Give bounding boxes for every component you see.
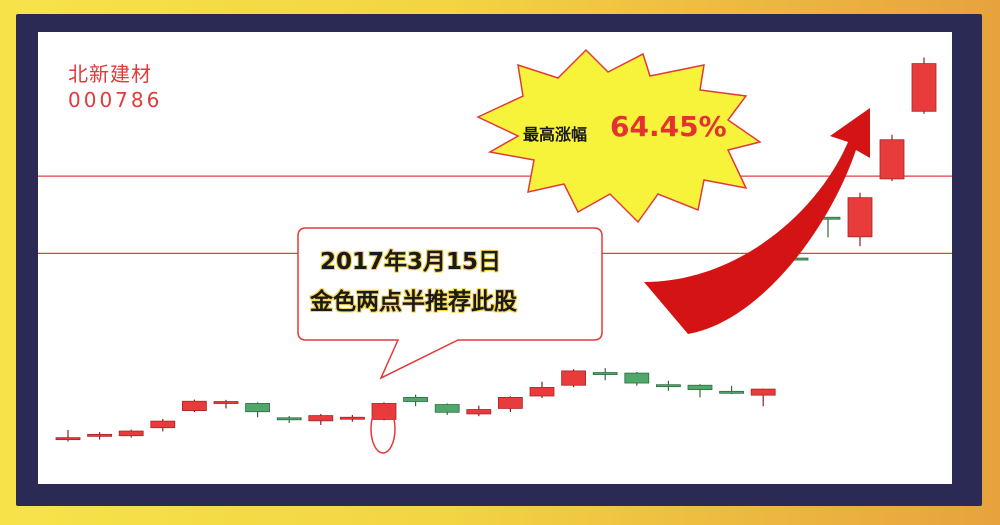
post-candle-body-2 (847, 197, 873, 238)
candle-body-22 (750, 388, 776, 396)
candle-body-0 (55, 437, 81, 441)
stock-code: 000786 (68, 88, 163, 112)
candle-body-9 (339, 416, 365, 420)
candle-body-11 (403, 396, 429, 402)
post-candle-body-3 (879, 139, 905, 180)
chart-panel: 北新建材 000786 2017年3月15日 金色两点半推荐此股 最高涨幅 64… (38, 32, 952, 484)
candle-body-5 (213, 401, 239, 404)
candle-body-21 (719, 390, 744, 394)
candle-body-1 (87, 433, 112, 437)
candle-body-7 (276, 417, 302, 421)
highlight-value: 64.45% (610, 110, 727, 143)
stock-name: 北新建材 (68, 62, 152, 86)
candle-body-20 (687, 384, 713, 391)
candle-body-12 (434, 404, 460, 413)
callout-date: 2017年3月15日 (320, 249, 502, 275)
candle-body-3 (150, 420, 176, 429)
candle-body-14 (497, 396, 523, 409)
candle-body-18 (624, 372, 650, 384)
candle-body-2 (118, 430, 144, 437)
candle-body-6 (245, 403, 271, 413)
candle-body-19 (656, 384, 681, 388)
candle-body-15 (529, 387, 555, 397)
callout-note: 金色两点半推荐此股 (310, 289, 517, 315)
candle-body-8 (308, 415, 334, 422)
highlight-label: 最高涨幅 (523, 125, 588, 144)
candle-body-4 (181, 400, 207, 412)
candle-body-13 (466, 409, 492, 415)
candle-body-16 (561, 370, 586, 386)
post-candle-body-4 (911, 63, 937, 112)
candle-body-17 (592, 372, 618, 375)
